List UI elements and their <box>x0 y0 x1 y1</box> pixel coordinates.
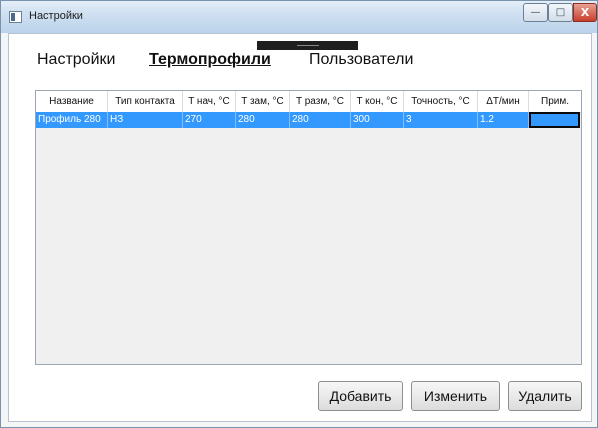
edit-button[interactable]: Изменить <box>411 381 500 411</box>
table-header: Название Тип контакта T нач, °C T зам, °… <box>36 91 581 113</box>
table-row[interactable]: Профиль 280 НЗ 270 280 280 300 3 1.2 <box>36 112 581 128</box>
column-header-t-close[interactable]: T зам, °C <box>236 91 290 112</box>
add-button[interactable]: Добавить <box>318 381 403 411</box>
column-header-delta-t[interactable]: ΔT/мин <box>478 91 529 112</box>
column-header-note[interactable]: Прим. <box>529 91 581 112</box>
cell-t-end[interactable]: 300 <box>351 112 404 128</box>
cell-accuracy[interactable]: 3 <box>404 112 478 128</box>
column-header-t-end[interactable]: T кон, °C <box>351 91 404 112</box>
window-icon <box>9 11 22 23</box>
delete-button[interactable]: Удалить <box>508 381 582 411</box>
cell-t-open[interactable]: 280 <box>290 112 351 128</box>
window-title: Настройки <box>29 10 83 22</box>
tab-thermoprofiles[interactable]: Термопрофили <box>149 51 271 69</box>
cell-delta-t[interactable]: 1.2 <box>478 112 529 128</box>
cell-t-close[interactable]: 280 <box>236 112 290 128</box>
minimize-button[interactable]: — <box>523 3 548 22</box>
drag-handle[interactable] <box>257 41 358 50</box>
cell-note[interactable] <box>529 112 580 128</box>
column-header-name[interactable]: Название <box>36 91 108 112</box>
maximize-button[interactable]: □ <box>548 3 573 22</box>
column-header-accuracy[interactable]: Точность, °C <box>404 91 478 112</box>
cell-contact-type[interactable]: НЗ <box>108 112 183 128</box>
close-button[interactable]: X <box>573 3 597 22</box>
title-bar[interactable]: Настройки — □ X <box>1 1 597 33</box>
tab-users[interactable]: Пользователи <box>309 51 413 69</box>
column-header-contact-type[interactable]: Тип контакта <box>108 91 183 112</box>
cell-t-start[interactable]: 270 <box>183 112 236 128</box>
column-header-t-start[interactable]: T нач, °C <box>183 91 236 112</box>
column-header-t-open[interactable]: T разм, °C <box>290 91 351 112</box>
profiles-table[interactable]: Название Тип контакта T нач, °C T зам, °… <box>35 90 582 365</box>
tab-settings[interactable]: Настройки <box>37 51 115 69</box>
cell-name[interactable]: Профиль 280 <box>36 112 108 128</box>
